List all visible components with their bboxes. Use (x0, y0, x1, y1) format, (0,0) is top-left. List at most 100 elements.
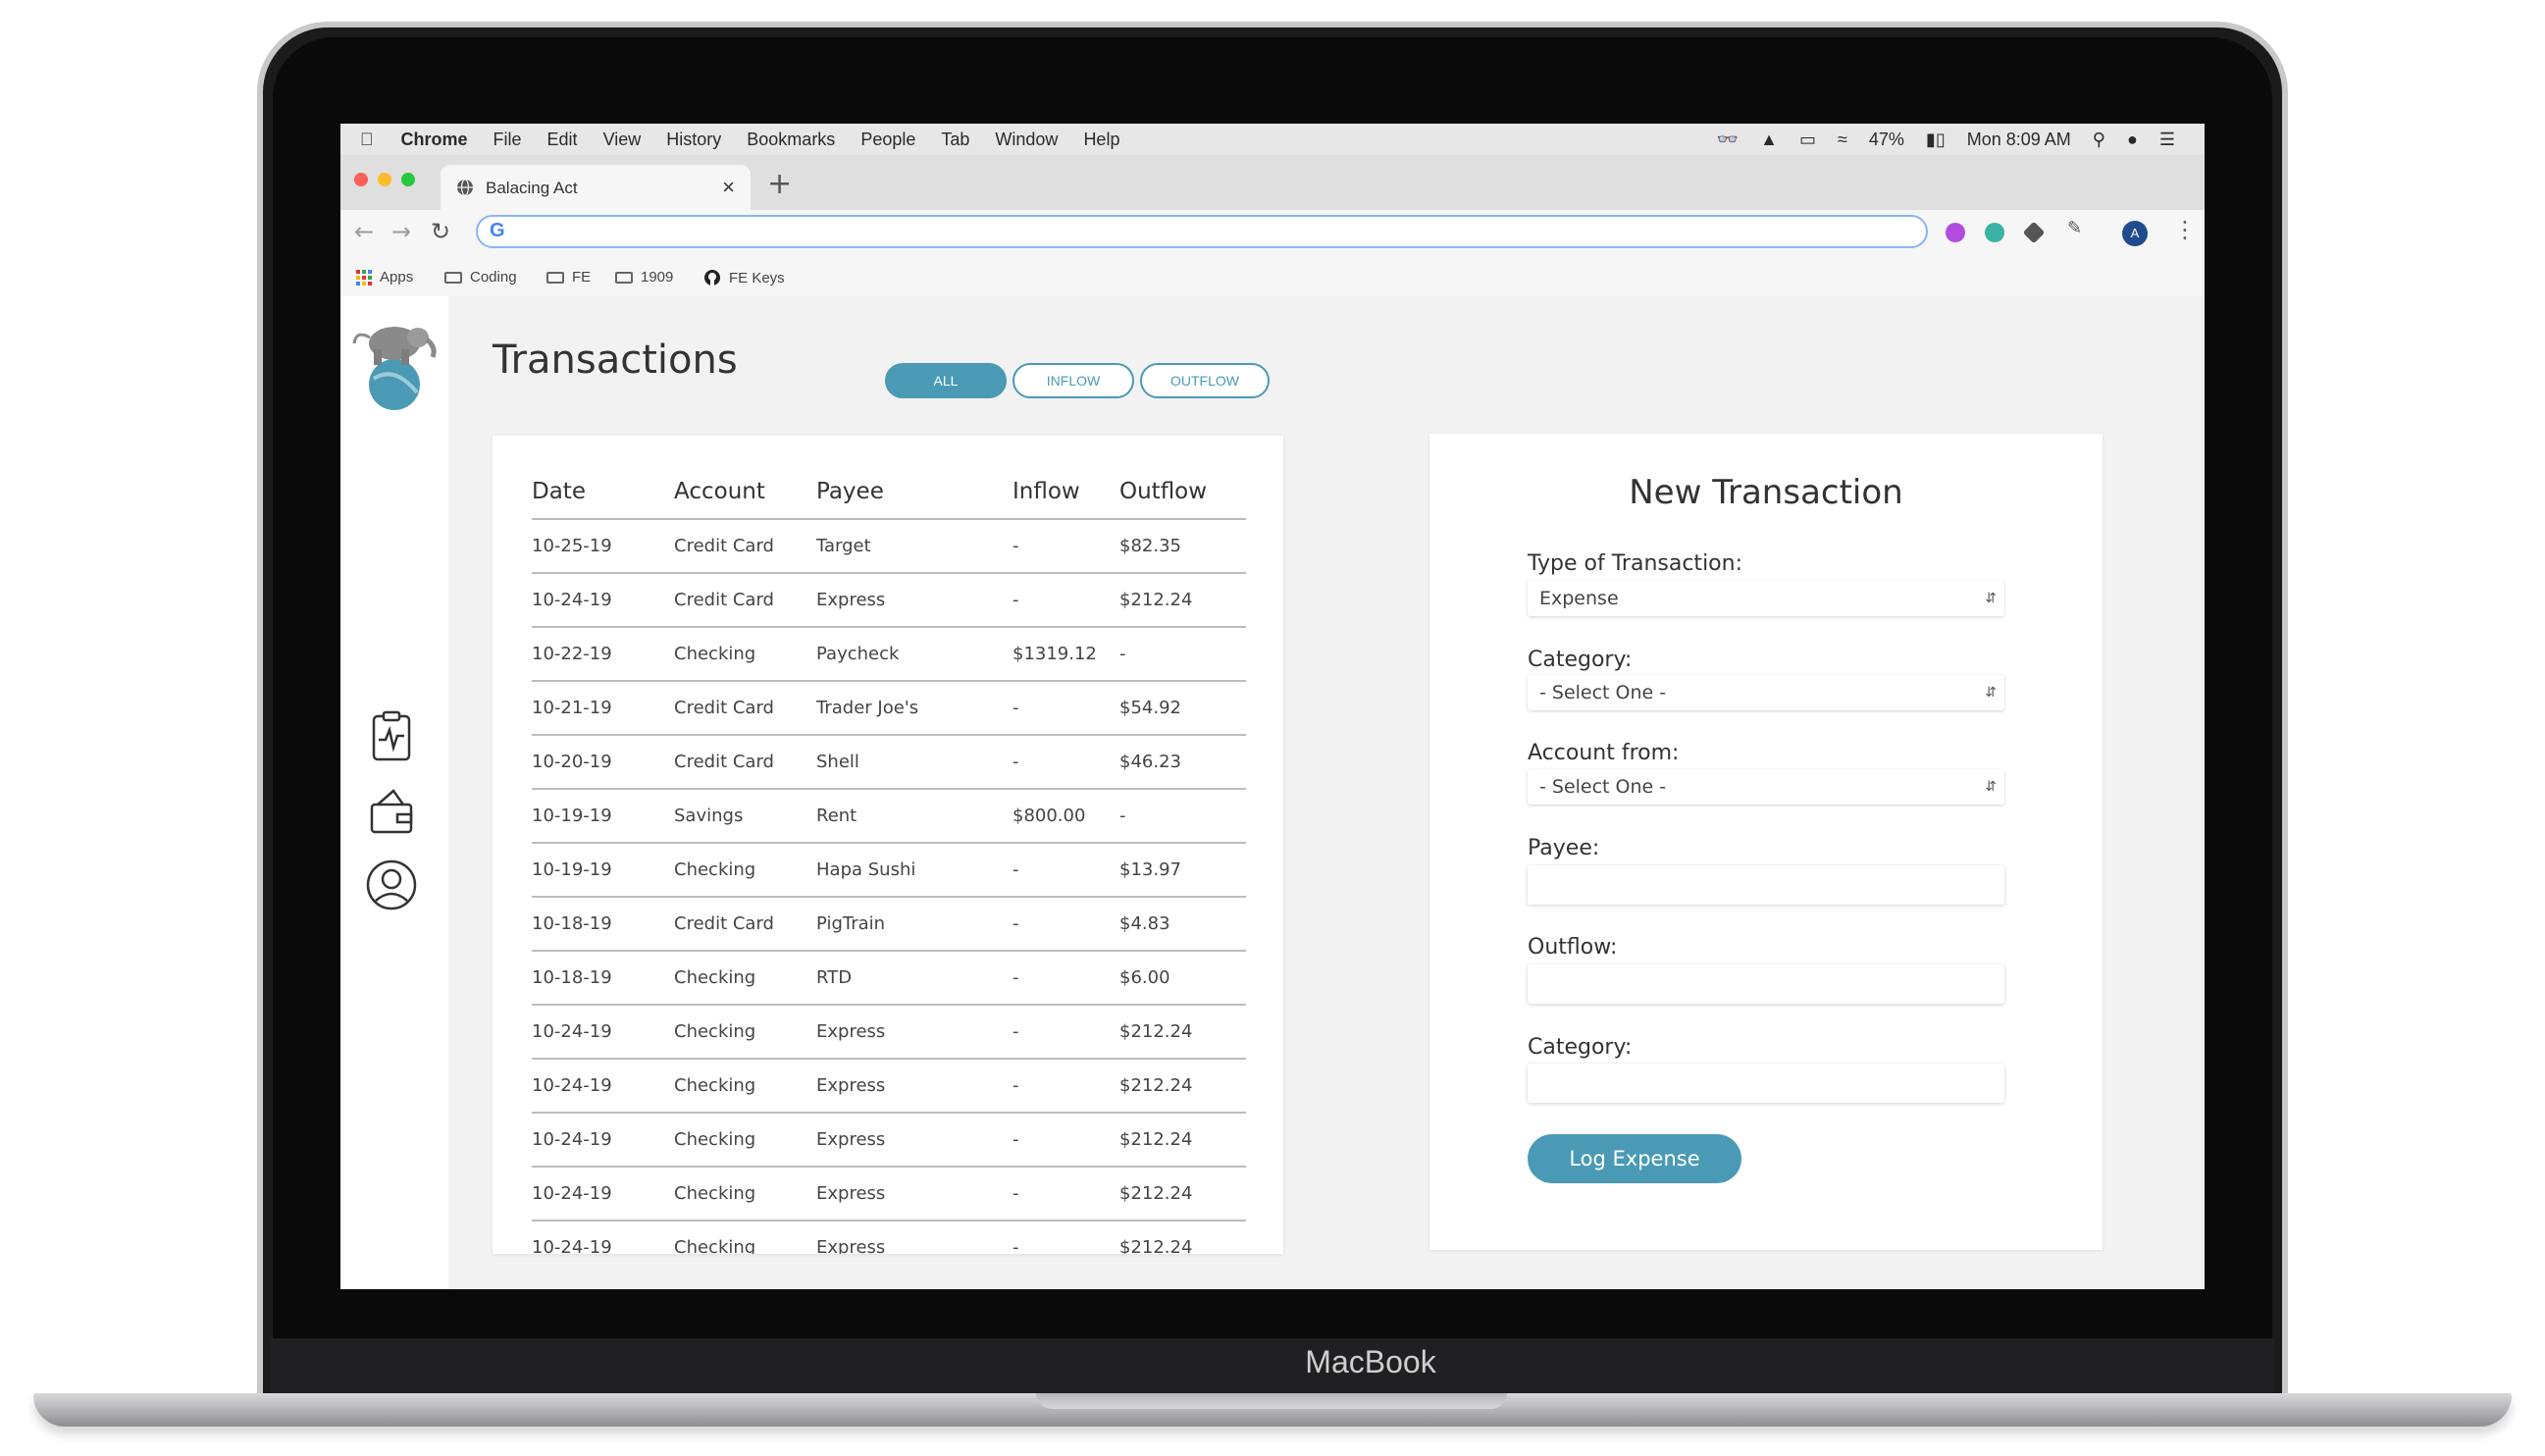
apple-icon[interactable]:  (360, 130, 374, 150)
select-arrows-icon: ⇵ (1985, 779, 1997, 795)
glasses-icon[interactable]: 👓 (1717, 130, 1739, 150)
table-row[interactable]: 10-24-19 Checking Express - $212.24 (532, 1113, 1246, 1168)
cell-payee: Express (816, 1167, 1013, 1222)
forward-icon[interactable]: → (391, 218, 411, 245)
category-select[interactable]: - Select One - ⇵ (1528, 675, 2004, 710)
close-tab-icon[interactable]: × (722, 175, 735, 200)
elephant-icon[interactable]: ▲ (1760, 130, 1778, 150)
outflow-input[interactable] (1528, 964, 2004, 1004)
account-select[interactable]: - Select One - ⇵ (1528, 769, 2004, 805)
wifi-icon[interactable]: ≈ (1838, 130, 1847, 150)
transactions-body: 10-25-19 Credit Card Target - $82.35 10-24-1… (532, 519, 1246, 1254)
transaction-filters: ALL INFLOW OUTFLOW (885, 363, 1270, 398)
search-icon[interactable]: ⚲ (2093, 130, 2105, 150)
menu-file[interactable]: File (493, 130, 522, 150)
menu-history[interactable]: History (666, 130, 721, 150)
laptop-notch (1036, 1393, 1507, 1409)
screen:  Chrome File Edit View History Bookmark… (340, 124, 2205, 1289)
header-inflow[interactable]: Inflow (1013, 465, 1119, 520)
address-bar[interactable]: G (476, 215, 1928, 248)
table-row[interactable]: 10-24-19 Checking Express - $212.24 (532, 1167, 1246, 1222)
cell-inflow: - (1013, 519, 1119, 574)
menu-bookmarks[interactable]: Bookmarks (747, 130, 835, 150)
extension-teal-icon[interactable] (1985, 223, 2004, 242)
airplay-icon[interactable]: ▭ (1799, 130, 1816, 150)
cell-account: Checking (674, 1113, 816, 1168)
cell-inflow: - (1013, 573, 1119, 628)
new-tab-button[interactable]: + (767, 167, 792, 201)
cell-date: 10-24-19 (532, 1005, 674, 1060)
extension-layers-icon[interactable] (2022, 221, 2046, 244)
bookmark-fe-keys[interactable]: FE Keys (703, 269, 785, 286)
github-icon (704, 270, 720, 286)
notification-center-icon[interactable]: ☰ (2159, 130, 2175, 150)
siri-icon[interactable]: ● (2127, 130, 2138, 150)
bookmark-1909[interactable]: 1909 (615, 269, 673, 286)
menu-edit[interactable]: Edit (547, 130, 578, 150)
table-row[interactable]: 10-21-19 Credit Card Trader Joe's - $54.92 (532, 681, 1246, 736)
filter-all-button[interactable]: ALL (885, 363, 1007, 398)
clipboard-pulse-icon[interactable] (364, 708, 419, 763)
extension-purple-icon[interactable] (1946, 223, 1965, 242)
type-select[interactable]: Expense ⇵ (1528, 581, 2004, 616)
filter-inflow-button[interactable]: INFLOW (1013, 363, 1134, 398)
minimize-window-button[interactable] (378, 173, 391, 186)
menubar-clock[interactable]: Mon 8:09 AM (1967, 130, 2071, 150)
menu-people[interactable]: People (860, 130, 915, 150)
header-payee[interactable]: Payee (816, 465, 1013, 520)
table-row[interactable]: 10-24-19 Checking Express - $212.24 (532, 1221, 1246, 1254)
close-window-button[interactable] (354, 173, 368, 186)
browser-tab[interactable]: Balacing Act × (441, 165, 751, 210)
table-row[interactable]: 10-25-19 Credit Card Target - $82.35 (532, 519, 1246, 574)
table-row[interactable]: 10-24-19 Checking Express - $212.24 (532, 1005, 1246, 1060)
table-row[interactable]: 10-24-19 Credit Card Express - $212.24 (532, 573, 1246, 628)
header-outflow[interactable]: Outflow (1119, 465, 1246, 520)
table-row[interactable]: 10-18-19 Checking RTD - $6.00 (532, 951, 1246, 1006)
log-expense-button[interactable]: Log Expense (1528, 1134, 1741, 1183)
table-row[interactable]: 10-19-19 Savings Rent $800.00- (532, 789, 1246, 844)
browser-menu-icon[interactable]: ⋮ (2173, 216, 2197, 243)
bookmark-fe[interactable]: FE (546, 269, 591, 286)
menu-chrome[interactable]: Chrome (401, 130, 468, 150)
cell-account: Credit Card (674, 519, 816, 574)
menubar-status: 👓 ▲ ▭ ≈ 47% ▮▯ Mon 8:09 AM ⚲ ● ☰ (1717, 124, 2175, 155)
category-input[interactable] (1528, 1064, 2004, 1103)
menu-help[interactable]: Help (1083, 130, 1119, 150)
bookmark-apps[interactable]: Apps (356, 269, 413, 286)
battery-icon[interactable]: ▮▯ (1926, 130, 1946, 150)
wallet-icon[interactable] (364, 783, 419, 838)
cell-inflow: - (1013, 1113, 1119, 1168)
cell-payee: Express (816, 573, 1013, 628)
table-row[interactable]: 10-20-19 Credit Card Shell - $46.23 (532, 735, 1246, 790)
payee-input[interactable] (1528, 865, 2004, 905)
cell-inflow: $800.00 (1013, 789, 1119, 844)
cell-account: Checking (674, 1005, 816, 1060)
table-row[interactable]: 10-19-19 Checking Hapa Sushi - $13.97 (532, 843, 1246, 898)
cell-outflow: $212.24 (1119, 1221, 1246, 1254)
form-title: New Transaction (1629, 473, 1903, 512)
zoom-window-button[interactable] (401, 173, 415, 186)
extension-pen-icon[interactable]: ✎ (2067, 218, 2087, 238)
user-profile-icon[interactable] (364, 858, 419, 912)
menu-window[interactable]: Window (995, 130, 1058, 150)
profile-avatar[interactable]: A (2122, 221, 2148, 246)
back-icon[interactable]: ← (354, 218, 374, 245)
reload-icon[interactable]: ↻ (431, 218, 450, 245)
filter-outflow-button[interactable]: OUTFLOW (1140, 363, 1270, 398)
table-row[interactable]: 10-24-19 Checking Express - $212.24 (532, 1059, 1246, 1114)
menu-view[interactable]: View (603, 130, 642, 150)
cell-payee: Express (816, 1113, 1013, 1168)
app-sidebar (340, 296, 448, 1289)
cell-outflow: $82.35 (1119, 519, 1246, 574)
laptop-brand: MacBook (1305, 1344, 1436, 1379)
category-select-value: - Select One - (1539, 682, 1667, 703)
menu-tab[interactable]: Tab (941, 130, 969, 150)
table-row[interactable]: 10-22-19 Checking Paycheck $1319.12- (532, 627, 1246, 682)
header-account[interactable]: Account (674, 465, 816, 520)
elephant-logo-icon[interactable] (350, 314, 439, 416)
bookmark-coding[interactable]: Coding (444, 269, 517, 286)
header-date[interactable]: Date (532, 465, 674, 520)
table-row[interactable]: 10-18-19 Credit Card PigTrain - $4.83 (532, 897, 1246, 952)
account-select-value: - Select One - (1539, 776, 1667, 798)
cell-outflow: $13.97 (1119, 843, 1246, 898)
